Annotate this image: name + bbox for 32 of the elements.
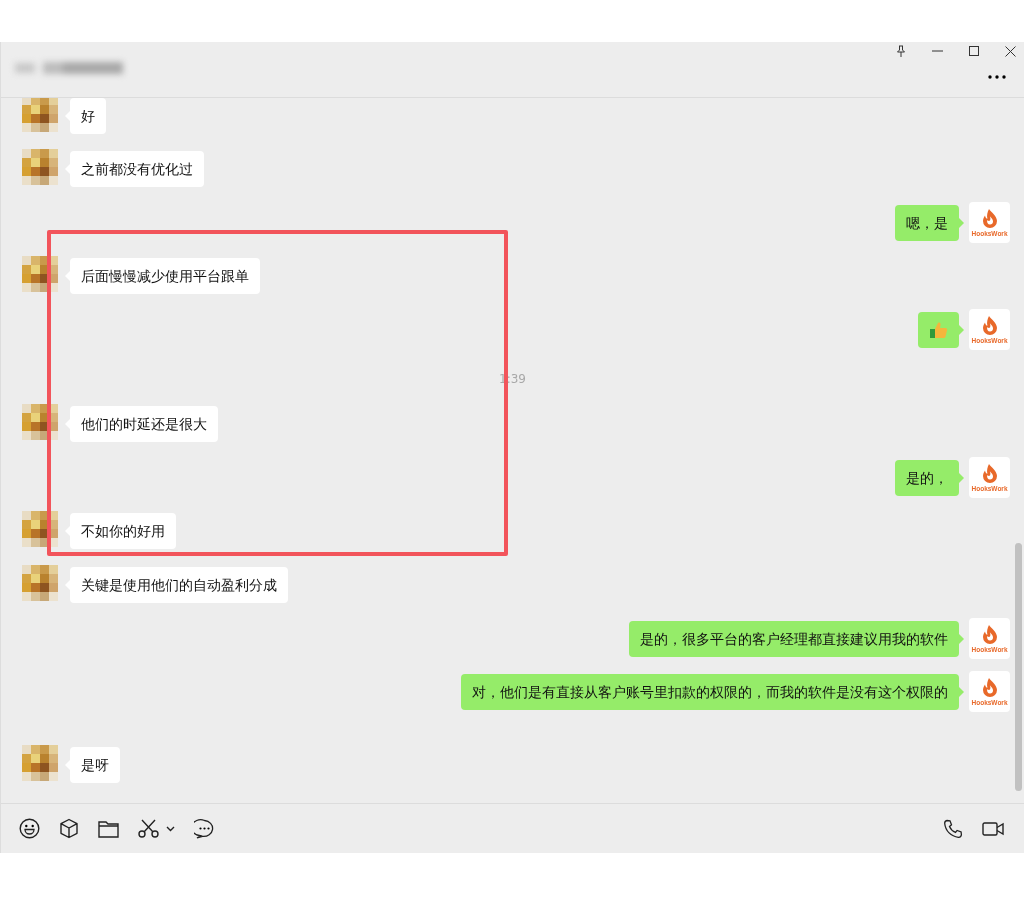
message-bubble: 是呀 [65, 747, 120, 783]
close-icon[interactable] [1005, 45, 1016, 57]
message-bubble: 后面慢慢减少使用平台跟单 [65, 258, 260, 294]
scrollbar[interactable] [1015, 543, 1022, 791]
message-bubble: 是的，很多平台的客户经理都直接建议用我的软件 [629, 621, 964, 657]
video-call-icon[interactable] [982, 821, 1004, 836]
thumbs-up-icon [929, 321, 948, 339]
message-bubble: 之前都没有优化过 [65, 151, 204, 187]
message-bubble: 不如你的好用 [65, 513, 176, 549]
message-bubble: 嗯，是 [895, 205, 964, 241]
message-bubble: 是的， [895, 460, 964, 496]
pixelated-avatar[interactable] [22, 511, 58, 547]
pixelated-avatar[interactable] [22, 256, 58, 292]
pixelated-avatar[interactable] [22, 565, 58, 601]
pixelated-avatar[interactable] [22, 404, 58, 440]
caret-icon[interactable] [166, 825, 175, 832]
cube-icon[interactable] [59, 818, 79, 839]
phone-icon[interactable] [943, 818, 963, 839]
message-bubble: 好 [65, 98, 106, 134]
maximize-icon[interactable] [969, 46, 979, 56]
pixelated-avatar[interactable] [22, 149, 58, 185]
message-bubble: 对，他们是有直接从客户账号里扣款的权限的，而我的软件是没有这个权限的 [461, 674, 964, 710]
folder-icon[interactable] [98, 819, 119, 838]
more-icon[interactable] [988, 75, 1006, 79]
scissors-icon[interactable] [138, 819, 159, 838]
message-bubble: 他们的时延还是很大 [65, 406, 218, 442]
pixelated-avatar[interactable] [22, 745, 58, 781]
chat-bubble-icon[interactable] [194, 818, 215, 839]
pixelated-avatar[interactable] [22, 98, 58, 132]
pin-icon[interactable] [896, 45, 906, 57]
emoji-icon[interactable] [19, 818, 40, 839]
message-bubble: 关键是使用他们的自动盈利分成 [65, 567, 288, 603]
